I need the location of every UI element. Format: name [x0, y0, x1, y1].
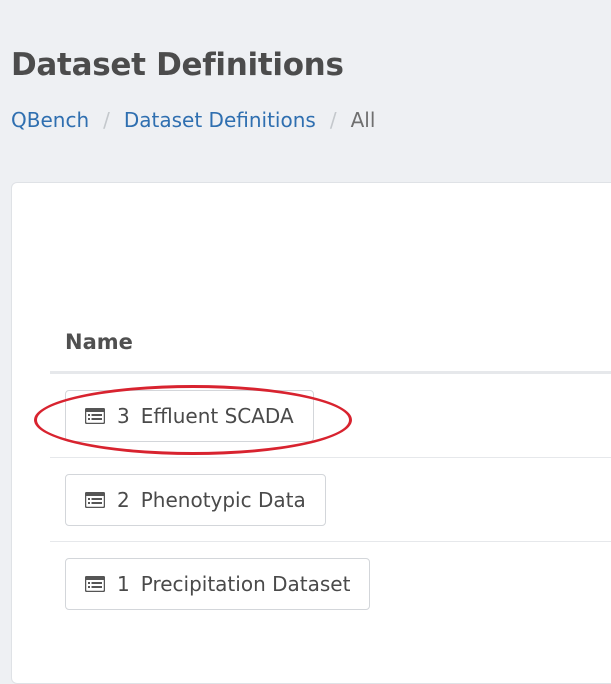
list-icon: [85, 491, 105, 508]
dataset-number: 3: [117, 403, 130, 428]
breadcrumb-current: All: [350, 108, 376, 132]
dataset-name: Precipitation Dataset: [140, 572, 351, 596]
list-icon: [85, 407, 105, 424]
breadcrumb-link-dataset-definitions[interactable]: Dataset Definitions: [124, 108, 316, 132]
breadcrumb: QBench / Dataset Definitions / All: [11, 108, 375, 132]
list-icon: [85, 576, 105, 592]
breadcrumb-separator: /: [329, 108, 337, 132]
dataset-button-phenotypic-data[interactable]: 2 Phenotypic Data: [65, 473, 326, 526]
breadcrumb-link-qbench[interactable]: QBench: [11, 108, 89, 132]
page-title: Dataset Definitions: [11, 47, 344, 83]
dataset-button-effluent-scada[interactable]: 3 Effluent SCADA: [65, 389, 314, 442]
breadcrumb-separator: /: [103, 108, 110, 132]
table-row: 2 Phenotypic Data: [50, 458, 611, 542]
dataset-name: Phenotypic Data: [140, 487, 306, 512]
dataset-number: 1: [117, 572, 130, 596]
dataset-table: Name 3 Effluent SCADA 2 Phenotypic Data …: [50, 312, 611, 626]
dataset-number: 2: [117, 487, 130, 512]
dataset-button-precipitation-dataset[interactable]: 1 Precipitation Dataset: [65, 558, 371, 610]
table-row: 1 Precipitation Dataset: [50, 542, 611, 626]
table-row: 3 Effluent SCADA: [50, 374, 611, 458]
dataset-name: Effluent SCADA: [140, 403, 294, 428]
column-header-name[interactable]: Name: [50, 312, 611, 374]
